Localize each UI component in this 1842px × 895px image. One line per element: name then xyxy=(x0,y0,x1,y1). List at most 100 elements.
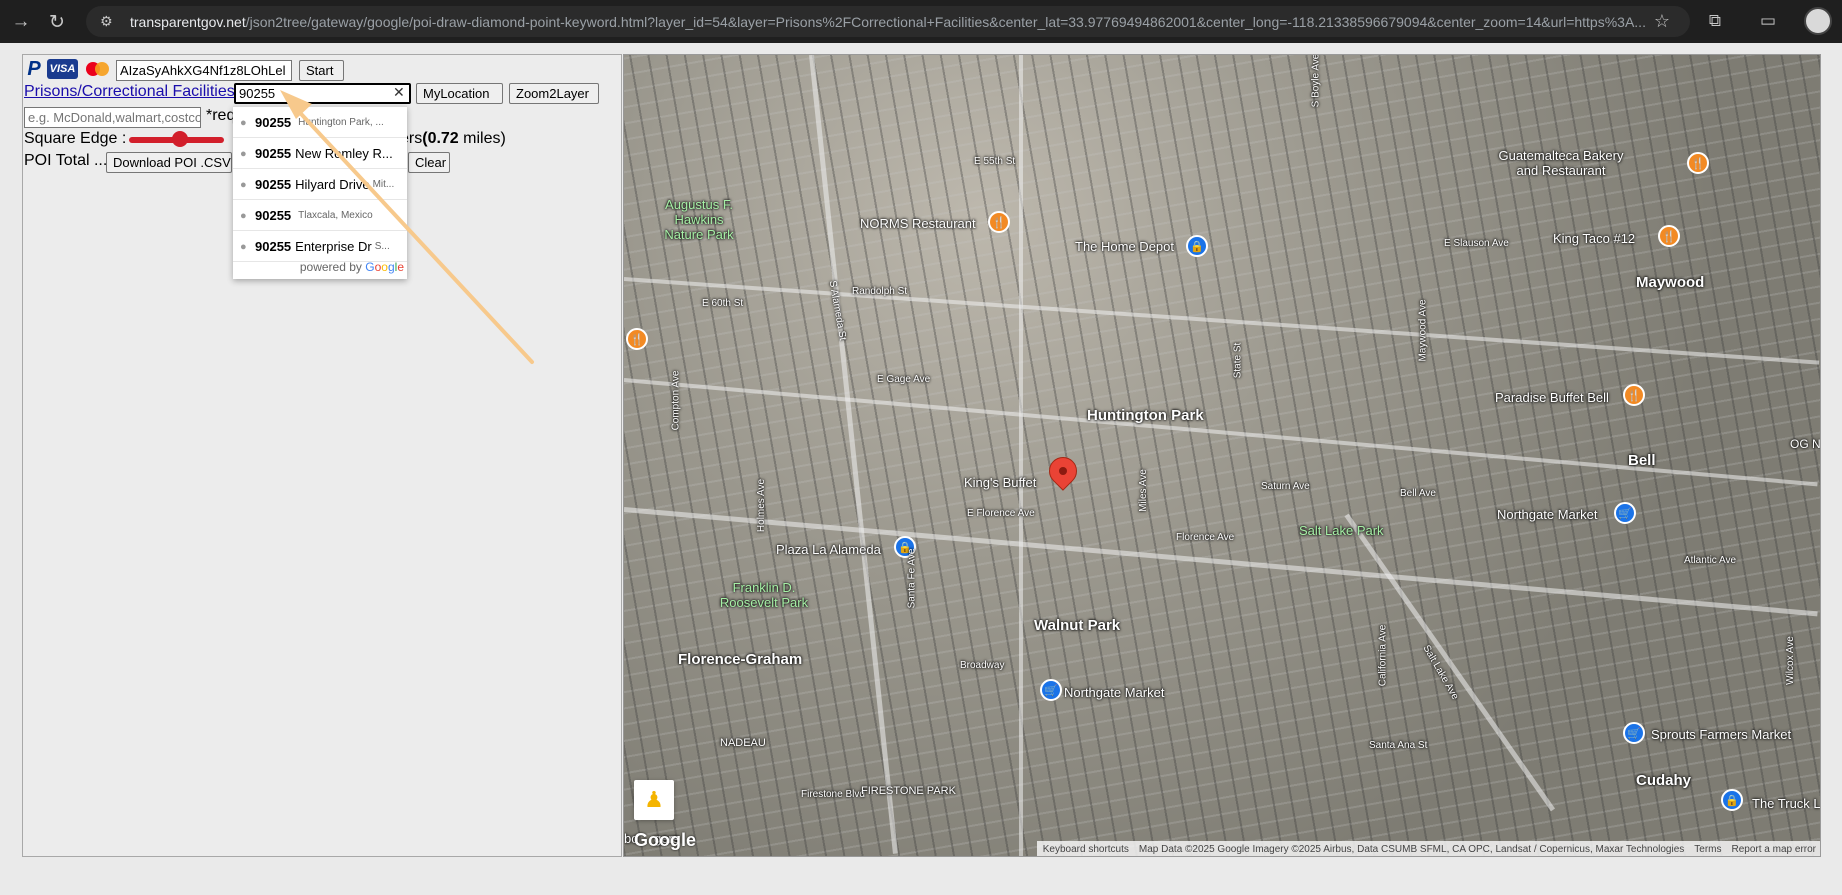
profile-avatar[interactable] xyxy=(1804,7,1832,35)
street-label: E Gage Ave xyxy=(877,374,931,385)
url-text[interactable]: transparentgov.net/json2tree/gateway/goo… xyxy=(130,14,1660,30)
place-label: Guatemalteca Bakery and Restaurant xyxy=(1498,148,1624,178)
google-wordmark: Google xyxy=(365,260,404,274)
keyword-input[interactable]: e.g. McDonald,walmart,costco xyxy=(24,107,201,128)
clear-search-icon[interactable]: ✕ xyxy=(393,84,405,101)
city-label: Bell xyxy=(1628,452,1656,469)
place-label: Northgate Market xyxy=(1497,507,1598,522)
autocomplete-item[interactable]: ● 90255 Huntington Park, ... xyxy=(233,107,407,138)
place-label: Northgate Market xyxy=(1064,685,1165,700)
road xyxy=(1344,513,1556,812)
park-label: Salt Lake Park xyxy=(1299,523,1384,538)
area-label: FIRESTONE PARK xyxy=(861,785,956,797)
edge-value-text: ers(0.72 miles) xyxy=(400,130,506,147)
city-label: Huntington Park xyxy=(1087,407,1204,424)
address-bar[interactable]: ⚙ transparentgov.net/json2tree/gateway/g… xyxy=(86,6,1690,37)
autocomplete-item[interactable]: ● 90255 Enterprise Dr S... xyxy=(233,231,407,262)
restaurant-icon[interactable]: 🍴 xyxy=(1623,384,1645,406)
mylocation-button[interactable]: MyLocation xyxy=(416,83,503,104)
extensions-icon[interactable]: ⧉ xyxy=(1702,8,1728,34)
pin-icon: ● xyxy=(240,240,247,253)
restaurant-icon[interactable]: 🍴 xyxy=(988,211,1010,233)
place-label: The Truck L xyxy=(1752,796,1821,811)
street-label: Santa Fe Ave xyxy=(906,548,918,609)
reload-icon[interactable]: ↻ xyxy=(42,7,72,37)
bookmark-star-icon[interactable]: ☆ xyxy=(1654,11,1670,32)
area-label: OG NA xyxy=(1790,437,1821,451)
restaurant-icon[interactable]: 🍴 xyxy=(626,328,648,350)
api-key-input[interactable]: AIzaSyAhkXG4Nf1z8LOhLel xyxy=(116,60,292,81)
pin-icon: ● xyxy=(240,116,247,129)
street-label: Holmes Ave xyxy=(756,478,768,533)
start-button[interactable]: Start xyxy=(299,60,344,81)
map-attribution: Keyboard shortcuts Map Data ©2025 Google… xyxy=(1036,841,1820,856)
area-label: NADEAU xyxy=(720,737,766,749)
pin-icon: ● xyxy=(240,209,247,222)
visa-logo[interactable]: VISA xyxy=(47,59,78,79)
street-label: Maywood Ave xyxy=(1417,299,1429,362)
powered-by-google: powered by Google xyxy=(299,260,404,274)
shopping-icon[interactable]: 🛒 xyxy=(1040,679,1062,701)
google-logo: Google xyxy=(634,830,696,850)
park-label: Augustus F. Hawkins Nature Park xyxy=(664,197,734,242)
shopping-icon[interactable]: 🛒 xyxy=(1614,502,1636,524)
mastercard-logo[interactable] xyxy=(85,59,111,79)
poi-total-label: POI Total ... xyxy=(24,152,108,169)
city-label: Florence-Graham xyxy=(678,651,803,668)
place-label: Plaza La Alameda xyxy=(776,542,881,557)
street-label: S Boyle Ave xyxy=(1310,54,1322,108)
map-data-text: Map Data ©2025 Google Imagery ©2025 Airb… xyxy=(1138,844,1685,855)
slider-thumb[interactable] xyxy=(172,131,188,147)
download-csv-button[interactable]: Download POI .CSV xyxy=(106,152,232,173)
street-label: Miles Ave xyxy=(1137,469,1149,512)
restaurant-icon[interactable]: 🍴 xyxy=(1687,152,1709,174)
shopping-icon[interactable]: 🔒 xyxy=(1721,789,1743,811)
zoom2layer-button[interactable]: Zoom2Layer xyxy=(509,83,599,104)
shopping-icon[interactable]: 🔒 xyxy=(1186,235,1208,257)
street-label: E 55th St xyxy=(974,156,1016,167)
park-label: Franklin D. Roosevelt Park xyxy=(719,580,809,610)
street-label: California Ave xyxy=(1377,624,1389,687)
clear-button[interactable]: Clear xyxy=(408,152,450,173)
street-label: Atlantic Ave xyxy=(1684,555,1737,566)
autocomplete-item[interactable]: ● 90255 Tlaxcala, Mexico xyxy=(233,200,407,231)
browser-toolbar: → ↻ ⚙ transparentgov.net/json2tree/gatew… xyxy=(0,0,1842,43)
street-label: Broadway xyxy=(960,660,1005,671)
layer-link[interactable]: Prisons/Correctional Facilities xyxy=(24,83,235,101)
tab-search-icon[interactable]: ▭ xyxy=(1755,8,1781,34)
shopping-icon[interactable]: 🛒 xyxy=(1623,722,1645,744)
restaurant-icon[interactable]: 🍴 xyxy=(1658,225,1680,247)
street-label: Florence Ave xyxy=(1176,532,1235,543)
report-map-error-link[interactable]: Report a map error xyxy=(1732,844,1816,855)
street-label: Bell Ave xyxy=(1400,488,1436,499)
keyboard-shortcuts-link[interactable]: Keyboard shortcuts xyxy=(1043,844,1129,855)
place-search-input[interactable]: 90255 xyxy=(234,83,411,104)
street-label: S Alameda St xyxy=(826,279,848,342)
place-label: King Taco #12 xyxy=(1553,231,1636,246)
street-label: E Florence Ave xyxy=(967,508,1035,519)
street-label: E Slauson Ave xyxy=(1444,238,1509,249)
map-view[interactable]: Huntington Park Walnut Park Florence-Gra… xyxy=(623,54,1821,857)
street-label: E 60th St xyxy=(702,298,744,309)
site-info-icon[interactable]: ⚙ xyxy=(100,13,120,30)
street-label: Saturn Ave xyxy=(1261,481,1310,492)
road xyxy=(1019,55,1023,856)
street-label: State St xyxy=(1232,342,1244,379)
place-label: NORMS Restaurant xyxy=(860,216,976,231)
city-label: Walnut Park xyxy=(1034,617,1121,634)
autocomplete-item[interactable]: ● 90255 New Romley R... xyxy=(233,138,407,169)
street-label: Santa Ana St xyxy=(1369,740,1428,751)
street-label: Randolph St xyxy=(852,286,908,297)
pegman-icon[interactable]: ♟ xyxy=(634,780,674,820)
street-label: Compton Ave xyxy=(670,370,682,431)
place-label: The Home Depot xyxy=(1075,239,1174,254)
paypal-logo[interactable]: P xyxy=(24,58,44,80)
autocomplete-item[interactable]: ● 90255 Hilyard Drive Mit... xyxy=(233,169,407,200)
city-label: Maywood xyxy=(1636,274,1705,291)
location-pin-icon[interactable] xyxy=(1043,451,1083,491)
forward-icon[interactable]: → xyxy=(6,7,36,37)
road xyxy=(809,55,898,854)
street-label: Wilcox Ave xyxy=(1784,636,1796,685)
terms-link[interactable]: Terms xyxy=(1694,844,1721,855)
required-note: *req xyxy=(206,107,236,124)
